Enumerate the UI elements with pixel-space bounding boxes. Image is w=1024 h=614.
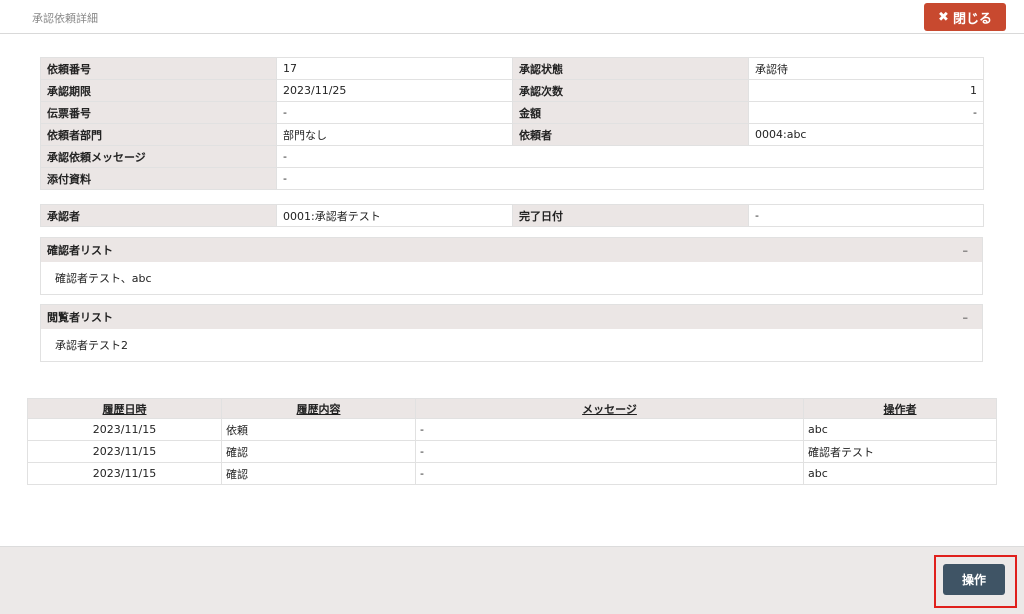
history-content: 確認 xyxy=(221,440,416,463)
confirmer-list-header[interactable]: 確認者リスト – xyxy=(41,238,982,262)
confirmer-list-body: 確認者テスト、abc xyxy=(55,272,152,285)
table-row: 承認依頼メッセージ - xyxy=(40,145,984,168)
history-message: - xyxy=(415,462,804,485)
table-row: 2023/11/15 依頼 - abc xyxy=(27,418,997,441)
collapse-icon[interactable]: – xyxy=(963,311,969,324)
viewer-list-panel: 閲覧者リスト – 承認者テスト2 xyxy=(40,304,983,362)
dept-value: 部門なし xyxy=(276,123,513,146)
history-col-datetime[interactable]: 履歴日時 xyxy=(27,398,222,419)
requester-label: 依頼者 xyxy=(512,123,749,146)
history-operator: abc xyxy=(803,462,997,485)
history-datetime: 2023/11/15 xyxy=(27,462,222,485)
request-no-value: 17 xyxy=(276,57,513,80)
approval-count-label: 承認次数 xyxy=(512,79,749,102)
close-label: 閉じる xyxy=(952,11,992,27)
voucher-label: 伝票番号 xyxy=(40,101,277,124)
table-row: 2023/11/15 確認 - 確認者テスト xyxy=(27,440,997,463)
dialog-title: 承認依頼詳細 xyxy=(32,12,98,25)
request-info-table: 依頼番号 17 承認状態 承認待 承認期限 2023/11/25 承認次数 1 … xyxy=(40,57,984,190)
approval-count-value: 1 xyxy=(748,79,984,102)
action-button[interactable]: 操作 xyxy=(943,564,1005,595)
attachment-value: - xyxy=(276,167,984,190)
request-no-label: 依頼番号 xyxy=(40,57,277,80)
table-row: 承認期限 2023/11/25 承認次数 1 xyxy=(40,79,984,102)
attachment-label: 添付資料 xyxy=(40,167,277,190)
history-operator: abc xyxy=(803,418,997,441)
approver-value: 0001:承認者テスト xyxy=(276,204,513,227)
collapse-icon[interactable]: – xyxy=(963,244,969,257)
history-table: 履歴日時 履歴内容 メッセージ 操作者 2023/11/15 依頼 - abc … xyxy=(27,398,997,485)
close-icon: ✖ xyxy=(938,9,949,25)
history-col-message[interactable]: メッセージ xyxy=(415,398,804,419)
status-value: 承認待 xyxy=(748,57,984,80)
history-operator: 確認者テスト xyxy=(803,440,997,463)
history-datetime: 2023/11/15 xyxy=(27,418,222,441)
history-header-row: 履歴日時 履歴内容 メッセージ 操作者 xyxy=(27,398,997,419)
history-message: - xyxy=(415,440,804,463)
close-button[interactable]: ✖ 閉じる xyxy=(924,3,1006,31)
history-datetime: 2023/11/15 xyxy=(27,440,222,463)
history-col-operator[interactable]: 操作者 xyxy=(803,398,997,419)
amount-label: 金額 xyxy=(512,101,749,124)
dialog-header: 承認依頼詳細 ✖ 閉じる xyxy=(0,0,1024,34)
viewer-list-header[interactable]: 閲覧者リスト – xyxy=(41,305,982,329)
confirmer-list-panel: 確認者リスト – 確認者テスト、abc xyxy=(40,237,983,295)
table-row: 依頼番号 17 承認状態 承認待 xyxy=(40,57,984,80)
approver-label: 承認者 xyxy=(40,204,277,227)
table-row: 伝票番号 - 金額 - xyxy=(40,101,984,124)
table-row: 承認者 0001:承認者テスト 完了日付 - xyxy=(40,204,984,227)
amount-value: - xyxy=(748,101,984,124)
viewer-list-body: 承認者テスト2 xyxy=(55,339,128,352)
complete-date-value: - xyxy=(748,204,984,227)
message-value: - xyxy=(276,145,984,168)
voucher-value: - xyxy=(276,101,513,124)
approver-table: 承認者 0001:承認者テスト 完了日付 - xyxy=(40,204,984,227)
history-col-content[interactable]: 履歴内容 xyxy=(221,398,416,419)
history-content: 確認 xyxy=(221,462,416,485)
message-label: 承認依頼メッセージ xyxy=(40,145,277,168)
history-content: 依頼 xyxy=(221,418,416,441)
table-row: 依頼者部門 部門なし 依頼者 0004:abc xyxy=(40,123,984,146)
complete-date-label: 完了日付 xyxy=(512,204,749,227)
requester-value: 0004:abc xyxy=(748,123,984,146)
deadline-value: 2023/11/25 xyxy=(276,79,513,102)
dept-label: 依頼者部門 xyxy=(40,123,277,146)
viewer-list-title: 閲覧者リスト xyxy=(47,311,113,324)
dialog-footer xyxy=(0,546,1024,614)
status-label: 承認状態 xyxy=(512,57,749,80)
table-row: 添付資料 - xyxy=(40,167,984,190)
deadline-label: 承認期限 xyxy=(40,79,277,102)
table-row: 2023/11/15 確認 - abc xyxy=(27,462,997,485)
history-message: - xyxy=(415,418,804,441)
confirmer-list-title: 確認者リスト xyxy=(47,244,113,257)
